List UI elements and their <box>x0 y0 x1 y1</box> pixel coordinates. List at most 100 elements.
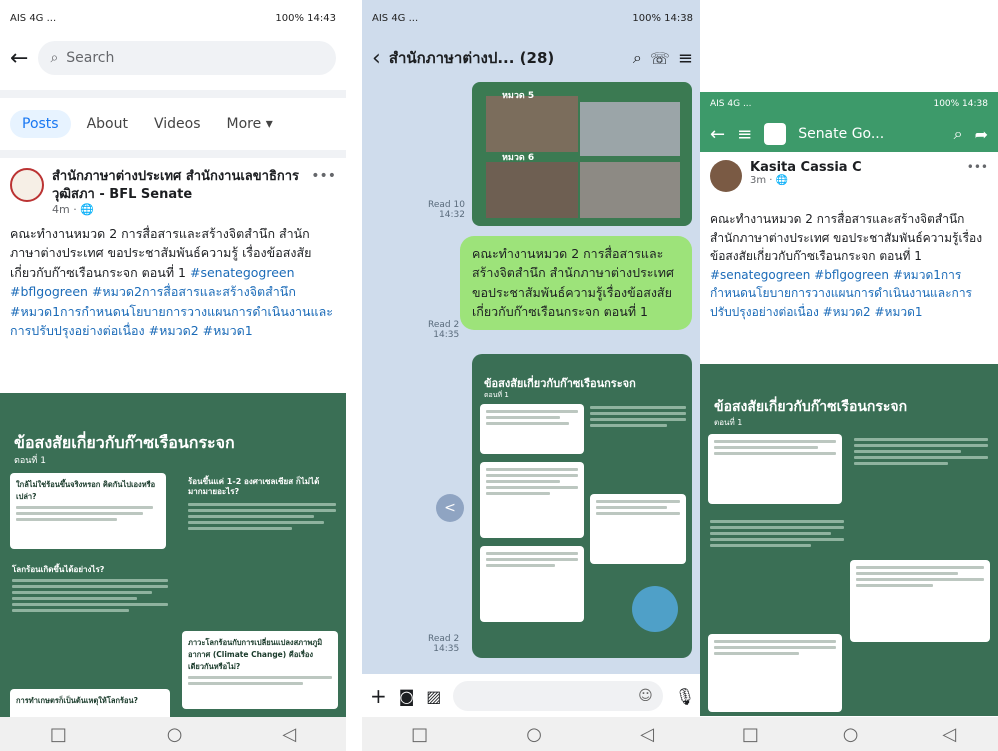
poster-card-2 <box>480 462 584 538</box>
poster-question-4: ภาวะโลกร้อนกับการเปลี่ยนแปลงสภาพภูมิอากา… <box>182 631 338 709</box>
plus-icon[interactable]: + <box>370 684 387 708</box>
photo-1 <box>486 96 578 152</box>
read-receipt-2: Read 2 14:35 <box>428 320 460 340</box>
facebook-group-screen: AIS 4G ... 100% 14:38 ← ≡ Senate Go... ⌕… <box>700 0 998 751</box>
photo-collage-message[interactable]: หมวด 5 หมวด 6 <box>472 82 692 226</box>
message-input[interactable]: ☺ <box>453 681 663 711</box>
page-avatar[interactable] <box>10 168 44 202</box>
share-icon[interactable]: < <box>436 494 464 522</box>
status-right: 100% 14:38 <box>933 99 988 109</box>
back-icon[interactable]: ◁ <box>640 724 654 745</box>
android-nav-bar: □ ○ ◁ <box>362 717 703 751</box>
chat-header: ‹ สำนักภาษาต่างป... (28) ⌕ ☏ ≡ <box>362 36 703 80</box>
post-body: คณะทำงานหมวด 2 การสื่อสารและสร้างจิตสำนึ… <box>710 210 988 322</box>
back-icon[interactable]: ◁ <box>942 724 956 745</box>
text-message-bubble[interactable]: คณะทำงานหมวด 2 การสื่อสารและสร้างจิตสำนึ… <box>460 236 692 330</box>
poster-card-4 <box>480 546 584 622</box>
microphone-icon[interactable]: 🎙 <box>675 687 695 706</box>
status-left: AIS 4G ... <box>10 12 57 24</box>
search-input[interactable]: ⌕ Search <box>38 41 336 75</box>
tab-about[interactable]: About <box>77 110 138 138</box>
post-hashtags[interactable]: #senategogreen #bflgogreen #หมวด1การกำหน… <box>710 268 972 319</box>
poster-subtitle: ตอนที่ 1 <box>484 391 509 399</box>
tab-more[interactable]: More ▾ <box>217 110 283 138</box>
back-icon[interactable]: ◁ <box>282 724 296 745</box>
status-left: AIS 4G ... <box>372 12 419 24</box>
poster-question-2: ร้อนขึ้นแค่ 1-2 องศาเซลเซียส ก็ไม่ได้มาก… <box>188 477 320 497</box>
tab-posts[interactable]: Posts <box>10 110 71 138</box>
photo-label-1: หมวด 5 <box>502 91 535 101</box>
home-icon[interactable]: ○ <box>167 724 183 745</box>
home-icon[interactable]: ○ <box>526 724 542 745</box>
message-text: คณะทำงานหมวด 2 การสื่อสารและสร้างจิตสำนึ… <box>472 246 674 320</box>
poster-subtitle: ตอนที่ 1 <box>14 456 46 466</box>
recents-icon[interactable]: □ <box>742 724 759 745</box>
back-arrow-icon[interactable]: ← <box>710 124 725 145</box>
poster-question-3: โลกร้อนเกิดขึ้นได้อย่างไร? <box>12 565 105 574</box>
status-left: AIS 4G ... <box>710 99 752 109</box>
recents-icon[interactable]: □ <box>411 724 428 745</box>
menu-icon[interactable]: ≡ <box>678 48 693 69</box>
post-time: 4m · 🌐 <box>52 203 94 217</box>
page-name[interactable]: สำนักภาษาต่างประเทศ สำนักงานเลขาธิการวุฒ… <box>52 168 303 203</box>
post-time: 3m · 🌐 <box>750 175 789 186</box>
emoji-icon[interactable]: ☺ <box>638 688 653 704</box>
post-image[interactable]: ข้อสงสัยเกี่ยวกับก๊าซเรือนกระจก ตอนที่ 1 <box>700 364 998 716</box>
poster-card-1 <box>708 434 842 504</box>
poster-card-3 <box>590 494 686 564</box>
search-icon[interactable]: ⌕ <box>633 48 642 68</box>
facebook-page-screen: AIS 4G ... 100% 14:43 ← ⌕ Search Posts A… <box>0 0 346 751</box>
status-bar: AIS 4G ... 100% 14:43 <box>0 0 346 36</box>
search-icon[interactable]: ⌕ <box>954 124 963 144</box>
group-name[interactable]: Senate Go... <box>798 126 941 142</box>
back-chevron-icon[interactable]: ‹ <box>372 46 381 71</box>
status-bar: AIS 4G ... 100% 14:38 <box>700 92 998 116</box>
poster-image-message[interactable]: ข้อสงสัยเกี่ยวกับก๊าซเรือนกระจก ตอนที่ 1 <box>472 354 692 658</box>
search-header: ← ⌕ Search <box>0 36 346 80</box>
poster-title: ข้อสงสัยเกี่ยวกับก๊าซเรือนกระจก <box>714 399 908 415</box>
photo-3 <box>486 162 578 218</box>
share-arrow-icon[interactable]: ➦ <box>975 125 988 144</box>
poster-card-3 <box>708 634 842 712</box>
search-icon: ⌕ <box>50 50 59 66</box>
more-options-icon[interactable]: ••• <box>967 160 988 192</box>
chat-input-bar: + ◙ ▨ ☺ 🎙 <box>362 674 703 718</box>
recents-icon[interactable]: □ <box>50 724 67 745</box>
poster-title: ข้อสงสัยเกี่ยวกับก๊าซเรือนกระจก <box>14 433 235 452</box>
more-options-icon[interactable]: ••• <box>311 168 336 216</box>
photo-2 <box>580 102 680 156</box>
post-text: คณะทำงานหมวด 2 การสื่อสารและสร้างจิตสำนึ… <box>710 212 983 264</box>
chat-title[interactable]: สำนักภาษาต่างป... (28) <box>389 46 625 70</box>
status-right: 100% 14:38 <box>632 12 693 24</box>
status-right: 100% 14:43 <box>275 12 336 24</box>
status-bar: AIS 4G ... 100% 14:38 <box>362 0 703 36</box>
poster-question-1: ใกล้ไม่ใช่ร้อนขึ้นจริงหรอก คิดกันไปเองหร… <box>10 473 166 549</box>
home-icon[interactable]: ○ <box>843 724 859 745</box>
menu-icon[interactable]: ≡ <box>737 124 752 145</box>
android-nav-bar: □ ○ ◁ <box>0 717 346 751</box>
earth-illustration <box>632 586 678 632</box>
image-icon[interactable]: ▨ <box>426 687 441 706</box>
group-header: AIS 4G ... 100% 14:38 ← ≡ Senate Go... ⌕… <box>700 92 998 152</box>
read-receipt-3: Read 2 14:35 <box>428 634 460 654</box>
tab-videos[interactable]: Videos <box>144 110 211 138</box>
group-logo <box>764 123 787 145</box>
author-name[interactable]: Kasita Cassia C <box>750 160 959 175</box>
poster-card-2 <box>850 560 990 642</box>
back-arrow-icon[interactable]: ← <box>10 46 28 71</box>
post-header: สำนักภาษาต่างประเทศ สำนักงานเลขาธิการวุฒ… <box>0 158 346 216</box>
call-icon[interactable]: ☏ <box>650 49 670 68</box>
post-image[interactable]: ข้อสงสัยเกี่ยวกับก๊าซเรือนกระจก ตอนที่ 1… <box>0 393 346 717</box>
poster-card-1 <box>480 404 584 454</box>
author-avatar[interactable] <box>710 160 742 192</box>
photo-label-2: หมวด 6 <box>502 153 535 163</box>
search-placeholder: Search <box>66 50 115 66</box>
post-body: คณะทำงานหมวด 2 การสื่อสารและสร้างจิตสำนึ… <box>0 216 346 348</box>
camera-icon[interactable]: ◙ <box>399 687 415 706</box>
photo-4 <box>580 162 680 218</box>
page-tabs: Posts About Videos More ▾ <box>0 98 346 150</box>
poster-subtitle: ตอนที่ 1 <box>714 418 743 427</box>
read-receipt-1: Read 10 14:32 <box>428 200 465 220</box>
android-nav-bar: □ ○ ◁ <box>700 717 998 751</box>
post-header: Kasita Cassia C 3m · 🌐 ••• <box>700 160 998 192</box>
